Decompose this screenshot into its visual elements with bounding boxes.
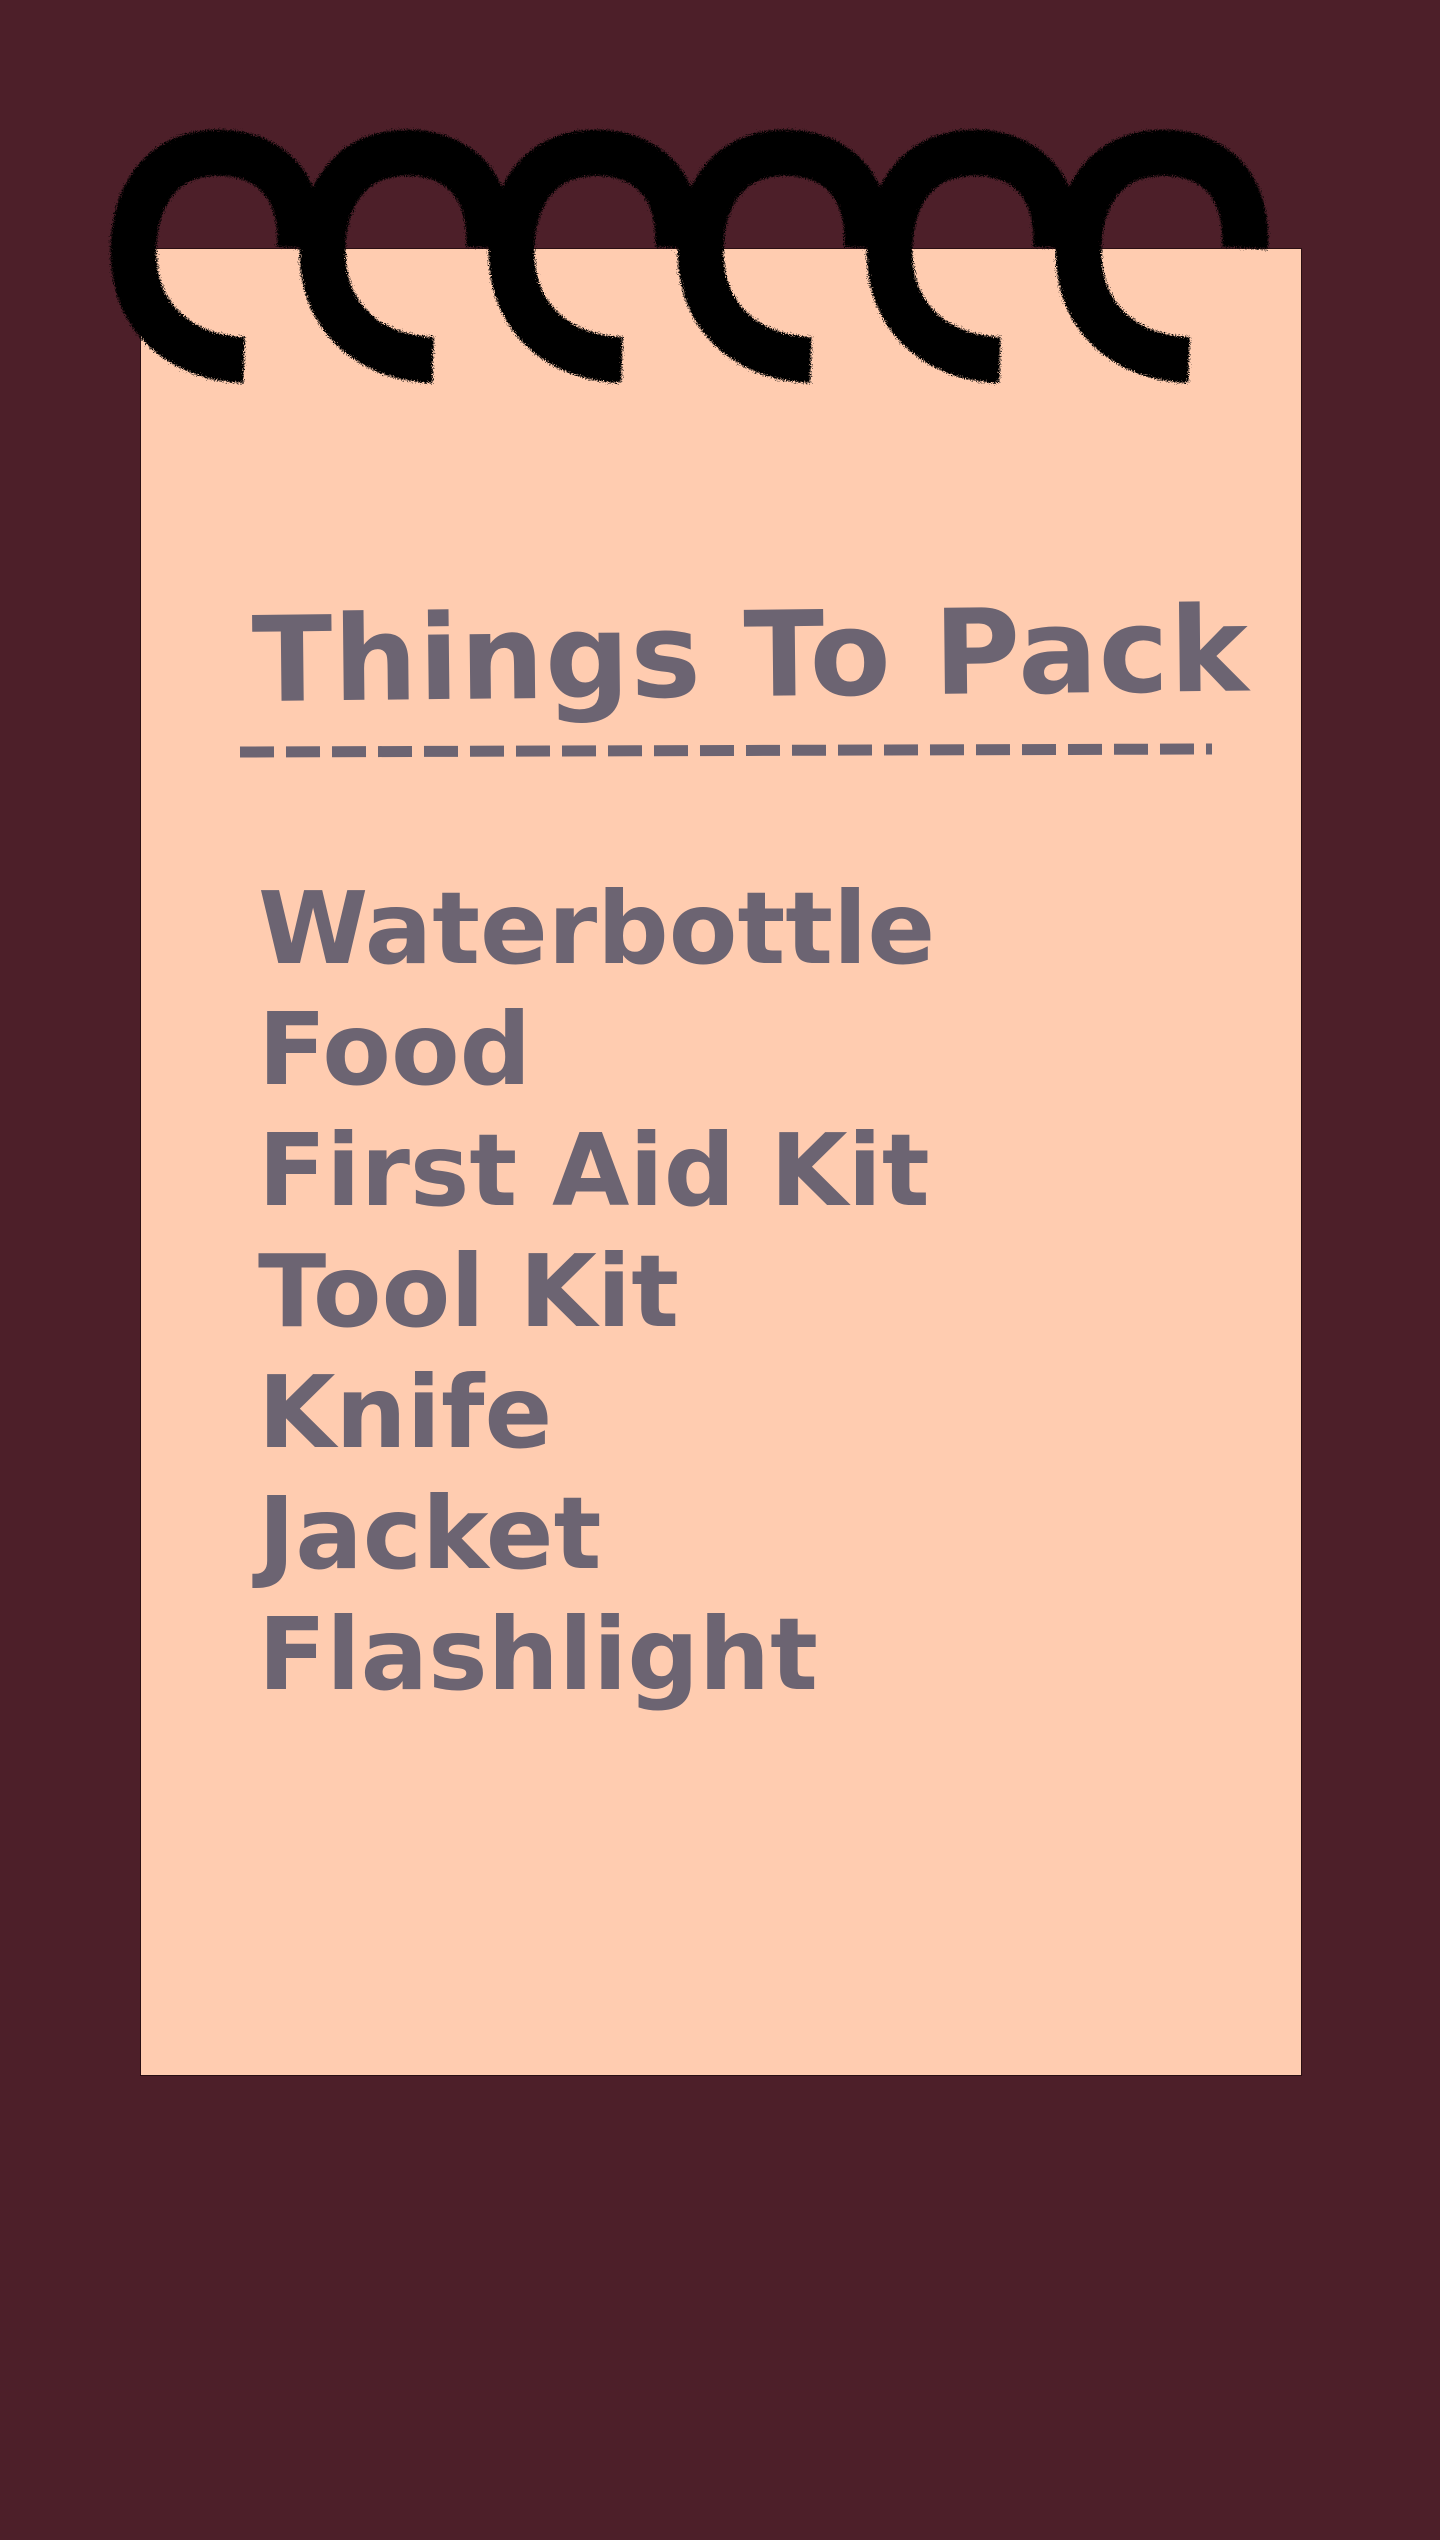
list-item: Knife (258, 1354, 553, 1471)
list-item: First Aid Kit (258, 1112, 930, 1229)
list-item: Food (258, 991, 532, 1108)
list-item: Jacket (258, 1475, 602, 1592)
list-item: Waterbottle (258, 870, 936, 987)
list-item: Tool Kit (258, 1233, 679, 1350)
note-title: Things To Pack (251, 580, 1250, 729)
packing-list: Waterbottle Food First Aid Kit Tool Kit … (258, 868, 935, 1715)
list-item: Flashlight (258, 1596, 818, 1713)
